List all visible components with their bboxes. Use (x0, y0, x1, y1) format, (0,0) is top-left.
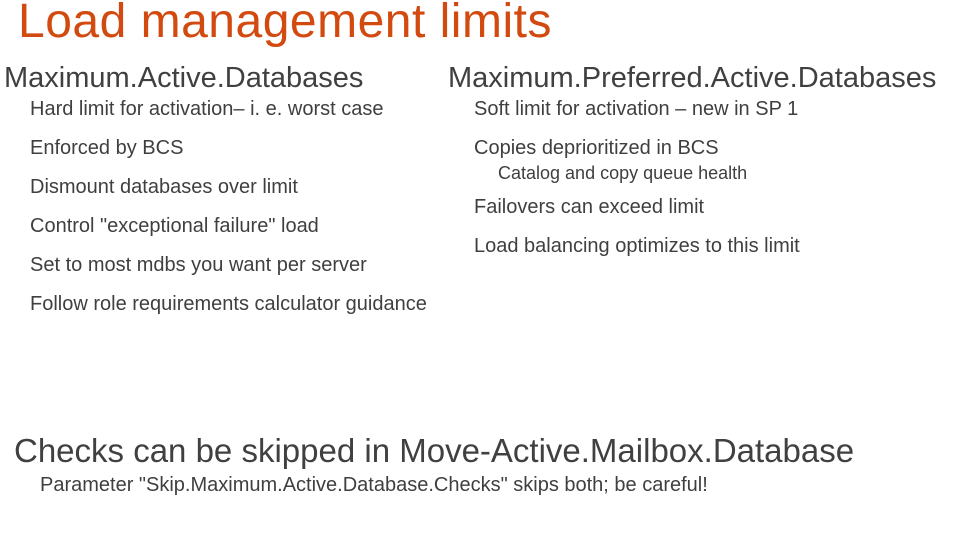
right-bullet-2: Copies deprioritized in BCS (474, 136, 979, 161)
left-bullet-1: Hard limit for activation– i. e. worst c… (30, 97, 448, 122)
left-heading: Maximum.Active.Databases (4, 62, 448, 95)
left-bullet-6: Follow role requirements calculator guid… (30, 292, 448, 317)
slide: Load management limits Maximum.Active.Da… (0, 0, 979, 551)
right-bullet-1: Soft limit for activation – new in SP 1 (474, 97, 979, 122)
left-bullet-5: Set to most mdbs you want per server (30, 253, 448, 278)
left-column: Maximum.Active.Databases Hard limit for … (4, 62, 448, 331)
footer-body: Parameter "Skip.Maximum.Active.Database.… (40, 474, 974, 497)
right-column: Maximum.Preferred.Active.Databases Soft … (448, 62, 979, 273)
left-bullet-3: Dismount databases over limit (30, 175, 448, 200)
right-bullet-4: Load balancing optimizes to this limit (474, 234, 979, 259)
left-bullet-2: Enforced by BCS (30, 136, 448, 161)
right-heading: Maximum.Preferred.Active.Databases (448, 62, 979, 95)
right-bullet-2a: Catalog and copy queue health (498, 163, 979, 185)
right-bullet-3: Failovers can exceed limit (474, 195, 979, 220)
footer-heading: Checks can be skipped in Move-Active.Mai… (14, 432, 974, 470)
left-bullet-4: Control "exceptional failure" load (30, 214, 448, 239)
slide-title: Load management limits (18, 0, 552, 49)
footer-block: Checks can be skipped in Move-Active.Mai… (14, 432, 974, 497)
